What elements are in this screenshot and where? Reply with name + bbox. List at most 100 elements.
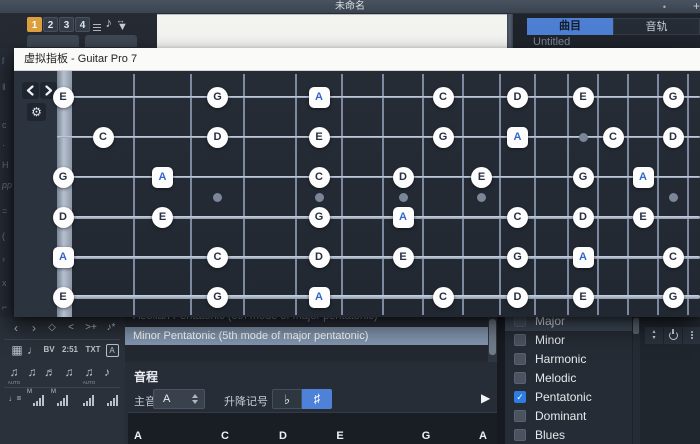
diamond-notehead-icon[interactable]: ◇ xyxy=(44,320,60,338)
checkbox-pentatonic[interactable]: ✓ xyxy=(514,391,526,403)
string-5[interactable] xyxy=(57,256,700,259)
occluded-button[interactable] xyxy=(85,35,137,47)
fretboard-window-titlebar[interactable]: 虚拟指板 - Guitar Pro 7 xyxy=(14,48,700,71)
stem-icon[interactable]: ♩ xyxy=(27,342,39,360)
tab-tracks[interactable]: 曲目 xyxy=(527,18,613,35)
note-G-string6-fret3[interactable]: G xyxy=(207,287,228,308)
note-G-string1-fret3[interactable]: G xyxy=(207,87,228,108)
note-C-string5-fret15[interactable]: C xyxy=(663,247,684,268)
power-icon[interactable] xyxy=(664,327,682,344)
crescendo-icon[interactable]: < xyxy=(62,320,80,338)
note-C-string1-fret8[interactable]: C xyxy=(433,87,454,108)
fretboard-settings-button[interactable]: ⚙ xyxy=(27,103,46,121)
checkbox-major[interactable] xyxy=(514,317,526,327)
chord-letter-icon[interactable]: A xyxy=(104,342,120,360)
scale-list-scrollbar-thumb[interactable] xyxy=(489,319,496,355)
note-A-root-string5-fret12[interactable]: A xyxy=(573,247,594,268)
note-E-string6-fret12[interactable]: E xyxy=(573,287,594,308)
note-D-string2-fret15[interactable]: D xyxy=(663,127,684,148)
scale-type-row-blues[interactable]: Blues xyxy=(505,426,632,444)
note-D-string6-fret10[interactable]: D xyxy=(507,287,528,308)
note-C-string3-fret5[interactable]: C xyxy=(309,167,330,188)
brush-voice-icon[interactable]: BV xyxy=(40,342,58,360)
note-C-string4-fret10[interactable]: C xyxy=(507,207,528,228)
note-E-string6-fret0[interactable]: E xyxy=(53,287,74,308)
note-D-string4-fret12[interactable]: D xyxy=(573,207,594,228)
menu-dots-icon[interactable] xyxy=(683,327,700,344)
checklist-scrollbar-thumb[interactable] xyxy=(633,318,639,334)
scale-type-row-melodic[interactable]: Melodic xyxy=(505,369,632,388)
view-button-1[interactable]: 1 xyxy=(27,17,42,32)
dynamics-bars-icon-3[interactable] xyxy=(78,391,98,409)
string-1[interactable] xyxy=(57,96,700,98)
dynamics-bars-icon-1[interactable]: M xyxy=(28,391,48,409)
note-A-root-string3-fret2[interactable]: A xyxy=(152,167,173,188)
duration-label[interactable]: 2:51 xyxy=(58,342,82,360)
checkbox-harmonic[interactable] xyxy=(514,353,526,365)
eighth-pair-icon[interactable]: ♫ xyxy=(24,364,40,382)
scale-type-row-major[interactable]: Major xyxy=(505,317,632,331)
checkbox-melodic[interactable] xyxy=(514,372,526,384)
auto-beam-icon[interactable]: ♫AUTO xyxy=(80,364,98,382)
tempo-icon[interactable]: ♩= xyxy=(6,391,24,409)
note-A-root-string6-fret5[interactable]: A xyxy=(309,287,330,308)
note-E-string4-fret14[interactable]: E xyxy=(633,207,654,228)
note-E-string1-fret12[interactable]: E xyxy=(573,87,594,108)
score-sheet[interactable] xyxy=(157,14,507,48)
beam-icon[interactable]: ♫ xyxy=(60,364,78,382)
note-G-string1-fret15[interactable]: G xyxy=(663,87,684,108)
note-A-root-string5-fret0[interactable]: A xyxy=(53,247,74,268)
collapse-icon[interactable]: ▴ ▾ xyxy=(645,327,663,344)
note-D-string5-fret5[interactable]: D xyxy=(309,247,330,268)
note-C-string6-fret8[interactable]: C xyxy=(433,287,454,308)
checkbox-minor[interactable] xyxy=(514,334,526,346)
dynamics-bars-icon-2[interactable]: M xyxy=(52,391,72,409)
next-icon[interactable]: › xyxy=(26,320,42,338)
multivoice-icon[interactable]: ♪ xyxy=(92,15,112,34)
note-E-string5-fret7[interactable]: E xyxy=(393,247,414,268)
note-C-string2-fret13[interactable]: C xyxy=(603,127,624,148)
previous-position-button[interactable] xyxy=(22,82,39,99)
checkbox-blues[interactable] xyxy=(514,429,526,441)
scale-list-item-aeolian[interactable]: Aeolian Pentatonic (5th mode of major pe… xyxy=(125,317,488,327)
note-G-string3-fret0[interactable]: G xyxy=(53,167,74,188)
grace-note-icon[interactable]: ♪* xyxy=(102,320,120,338)
note-E-string2-fret5[interactable]: E xyxy=(309,127,330,148)
note-G-string2-fret8[interactable]: G xyxy=(433,127,454,148)
note-D-string3-fret7[interactable]: D xyxy=(393,167,414,188)
note-D-string4-fret0[interactable]: D xyxy=(53,207,74,228)
note-icon[interactable]: ♪ xyxy=(100,364,114,382)
note-E-string3-fret9[interactable]: E xyxy=(471,167,492,188)
scale-list-item-minor-pentatonic-selected[interactable]: Minor Pentatonic (5th mode of major pent… xyxy=(125,327,488,345)
string-6[interactable] xyxy=(57,295,700,299)
sharp-button[interactable]: ♯ xyxy=(302,389,332,409)
note-D-string2-fret3[interactable]: D xyxy=(207,127,228,148)
root-note-select[interactable]: A xyxy=(153,389,205,409)
flat-button[interactable]: ♭ xyxy=(272,389,302,409)
scale-type-row-minor[interactable]: Minor xyxy=(505,331,632,350)
virtual-fretboard-window[interactable]: 虚拟指板 - Guitar Pro 7 ⚙ EGACDEGCDEGACDGACD… xyxy=(14,48,700,317)
note-A-root-string1-fret5[interactable]: A xyxy=(309,87,330,108)
decrescendo-plus-icon[interactable]: >+ xyxy=(82,320,100,338)
chord-diagram-icon[interactable]: ▦ xyxy=(8,342,26,360)
note-C-string2-fret1[interactable]: C xyxy=(93,127,114,148)
auto-duration-icon[interactable]: ♫AUTO xyxy=(6,364,22,382)
app-title-bar[interactable]: 未命名 • + xyxy=(0,0,700,14)
play-scale-icon[interactable]: ▶ xyxy=(481,391,490,405)
note-G-string5-fret10[interactable]: G xyxy=(507,247,528,268)
note-A-root-string2-fret10[interactable]: A xyxy=(507,127,528,148)
note-G-string4-fret5[interactable]: G xyxy=(309,207,330,228)
scale-type-row-dominant[interactable]: Dominant xyxy=(505,407,632,426)
note-D-string1-fret10[interactable]: D xyxy=(507,87,528,108)
note-G-string3-fret12[interactable]: G xyxy=(573,167,594,188)
collapse-triangle-icon[interactable]: ↔ ▼ xyxy=(114,15,136,34)
spinner-up-icon[interactable] xyxy=(192,394,198,398)
occluded-button[interactable] xyxy=(27,35,79,47)
note-E-string1-fret0[interactable]: E xyxy=(53,87,74,108)
view-button-3[interactable]: 3 xyxy=(59,17,74,32)
checklist-scrollbar[interactable] xyxy=(632,317,640,444)
note-G-string6-fret15[interactable]: G xyxy=(663,287,684,308)
scale-type-row-pentatonic[interactable]: ✓Pentatonic xyxy=(505,388,632,407)
tab-track[interactable]: 音轨 xyxy=(613,18,700,35)
track-name-partial[interactable]: Untitled xyxy=(533,36,570,48)
